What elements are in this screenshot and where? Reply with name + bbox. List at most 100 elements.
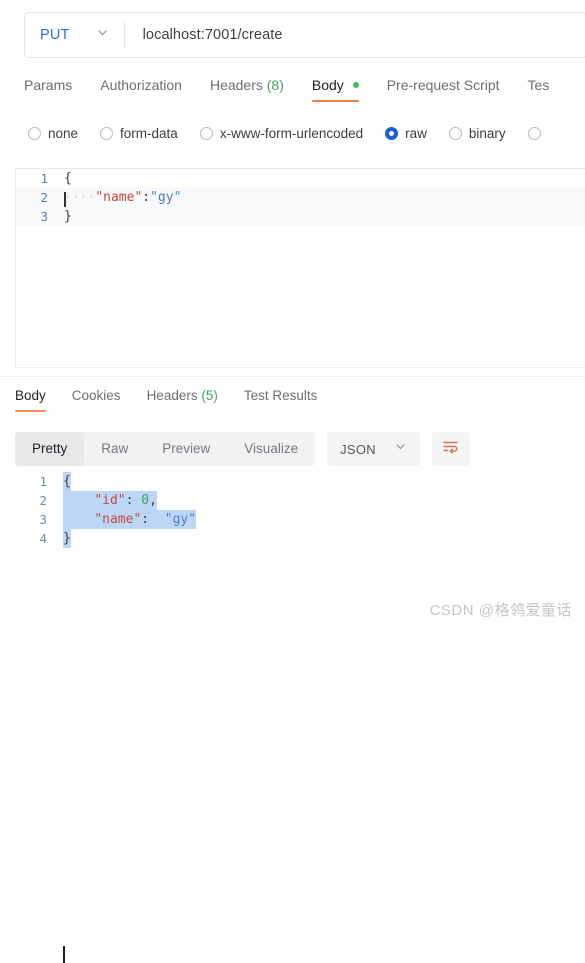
response-code-text: {: [63, 472, 71, 491]
response-code-line: 4 }: [15, 529, 585, 548]
tab-body[interactable]: Body: [311, 74, 359, 102]
code-token-string: "gy": [164, 512, 197, 527]
response-tab-headers-label: Headers: [146, 388, 198, 403]
tab-authorization-label: Authorization: [100, 77, 182, 93]
code-token: {: [64, 171, 72, 186]
code-token-key: "id": [94, 493, 126, 508]
code-token-key: "name": [95, 190, 143, 205]
radio-form-data[interactable]: form-data: [100, 126, 178, 141]
line-number: 1: [39, 474, 47, 489]
radio-circle-icon: [199, 126, 213, 140]
response-code-line: 1 {: [15, 472, 585, 491]
request-url-input[interactable]: localhost:7001/create: [125, 27, 585, 43]
code-line: 2 ····"name":"gy": [16, 188, 585, 207]
tab-headers-label: Headers: [209, 77, 263, 93]
radio-circle-icon: [100, 126, 114, 140]
response-text-cursor: [63, 946, 65, 963]
radio-graphql[interactable]: [527, 126, 548, 140]
tab-authorization[interactable]: Authorization: [100, 74, 182, 102]
response-view-mode-group: Pretty Raw Preview Visualize: [15, 432, 316, 466]
radio-binary-label: binary: [468, 125, 506, 141]
code-line: 1 {: [16, 169, 585, 188]
response-toolbar: Pretty Raw Preview Visualize JSON: [15, 430, 470, 468]
line-number: 4: [39, 531, 47, 546]
response-tab-body[interactable]: Body: [15, 386, 46, 412]
code-token-punc: :: [125, 493, 142, 508]
response-tab-bar: Body Cookies Headers (5) Test Results: [15, 386, 585, 416]
code-token: }: [63, 531, 71, 546]
view-mode-pretty[interactable]: Pretty: [15, 432, 85, 466]
radio-circle-icon: [527, 126, 541, 140]
view-mode-visualize[interactable]: Visualize: [227, 432, 315, 466]
radio-none[interactable]: none: [28, 126, 78, 141]
radio-raw-label: raw: [405, 125, 427, 141]
radio-form-data-label: form-data: [120, 125, 178, 141]
http-method-selector[interactable]: PUT: [25, 13, 121, 57]
view-mode-raw[interactable]: Raw: [84, 432, 145, 466]
line-number: 1: [40, 171, 48, 186]
text-cursor: [64, 192, 66, 207]
code-line: 3 }: [16, 207, 585, 226]
tab-tests[interactable]: Tes: [528, 74, 550, 102]
request-url-bar: PUT localhost:7001/create: [24, 12, 585, 58]
code-text: ····"name":"gy": [64, 190, 182, 207]
response-tab-test-results-label: Test Results: [243, 388, 318, 403]
radio-circle-icon: [28, 126, 41, 140]
code-token-punc: :: [141, 512, 165, 527]
tab-tests-label: Tes: [527, 77, 550, 93]
code-token-comma: ,: [149, 493, 157, 508]
chevron-down-icon: [394, 440, 407, 458]
code-token-key: "name": [94, 512, 142, 527]
pane-divider[interactable]: [0, 376, 585, 377]
tab-body-label: Body: [311, 77, 344, 93]
word-wrap-icon: [442, 439, 460, 460]
chevron-down-icon: [96, 26, 109, 44]
tab-headers[interactable]: Headers (8): [210, 74, 284, 102]
body-modified-dot-icon: [352, 82, 359, 88]
radio-raw[interactable]: raw: [385, 126, 427, 141]
http-method-label: PUT: [40, 27, 70, 43]
response-code-line: 3 "name": "gy": [15, 510, 585, 529]
code-text: }: [64, 209, 72, 224]
code-token: }: [64, 209, 72, 224]
view-mode-preview[interactable]: Preview: [145, 432, 227, 466]
tab-params[interactable]: Params: [24, 74, 72, 102]
radio-x-www-form-urlencoded[interactable]: x-www-form-urlencoded: [199, 125, 364, 141]
response-body-viewer[interactable]: 1 { 2 "id": 0, 3 "name": "gy" 4 }: [15, 472, 585, 963]
code-token-indent: ····: [64, 190, 96, 205]
radio-x-www-form-urlencoded-label: x-www-form-urlencoded: [219, 125, 364, 141]
code-token-indent: [63, 493, 94, 508]
radio-circle-icon: [448, 126, 462, 140]
response-format-selector[interactable]: JSON: [327, 432, 420, 466]
response-format-label: JSON: [340, 441, 376, 457]
request-body-editor[interactable]: 1 { 2 ····"name":"gy" 3 }: [15, 168, 585, 368]
line-number: 2: [39, 493, 47, 508]
tab-pre-request-script[interactable]: Pre-request Script: [387, 74, 500, 102]
word-wrap-toggle-button[interactable]: [431, 432, 470, 466]
response-code-text: "name": "gy": [63, 510, 197, 529]
radio-binary[interactable]: binary: [448, 125, 506, 141]
tab-pre-request-script-label: Pre-request Script: [386, 77, 500, 93]
tab-headers-count: (8): [266, 77, 284, 93]
code-text: {: [64, 171, 72, 186]
response-code-line: 2 "id": 0,: [15, 491, 585, 510]
response-code-text: }: [63, 529, 71, 548]
code-token-indent: [63, 512, 94, 527]
code-token: {: [63, 474, 71, 489]
code-token-punc: :: [142, 190, 151, 205]
response-tab-body-label: Body: [15, 388, 46, 403]
response-tab-headers[interactable]: Headers (5): [147, 386, 218, 412]
line-number: 2: [40, 190, 48, 205]
response-tab-cookies[interactable]: Cookies: [72, 386, 121, 412]
radio-circle-selected-icon: [385, 126, 399, 140]
code-token-string: "gy": [150, 190, 182, 205]
body-type-radio-group: none form-data x-www-form-urlencoded raw…: [28, 120, 585, 146]
response-tab-headers-count: (5): [201, 388, 218, 403]
response-code-text: "id": 0,: [63, 491, 157, 510]
radio-none-label: none: [48, 125, 79, 141]
line-number: 3: [39, 512, 47, 527]
watermark-text: CSDN @格鸰爱童话: [429, 602, 572, 619]
response-tab-cookies-label: Cookies: [71, 388, 121, 403]
response-tab-test-results[interactable]: Test Results: [244, 386, 318, 412]
request-tab-bar: Params Authorization Headers (8) Body Pr…: [24, 74, 585, 108]
